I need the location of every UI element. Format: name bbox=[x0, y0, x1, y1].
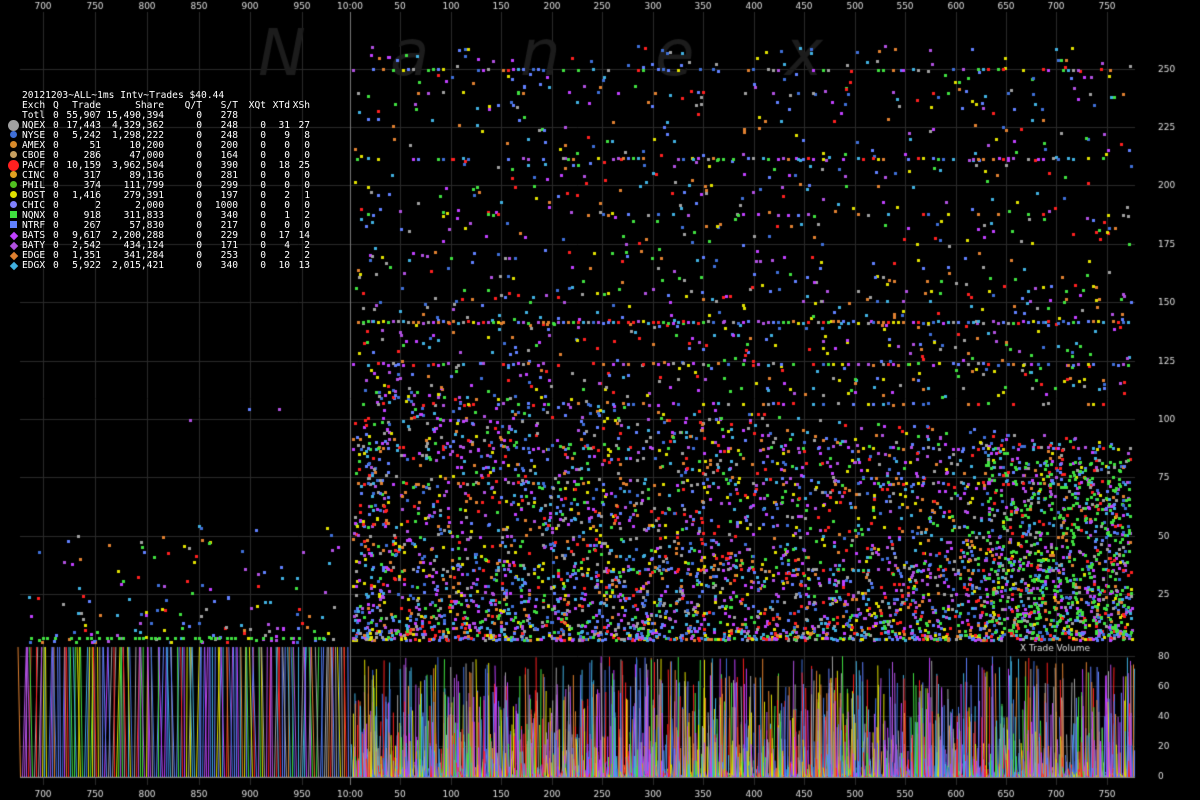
col-header-xqt: XQt bbox=[248, 100, 266, 111]
exchange-marker-icon bbox=[10, 131, 17, 138]
exchange-marker-icon bbox=[10, 201, 17, 208]
exchange-marker-icon bbox=[8, 120, 19, 131]
exchange-marker-icon bbox=[10, 171, 17, 178]
cell-xtd: 10 bbox=[278, 260, 290, 271]
cell-q: 0 bbox=[53, 260, 59, 271]
cell-trade: 5,922 bbox=[72, 260, 101, 271]
cell-xsh: 13 bbox=[298, 260, 310, 271]
cell-xqt: 0 bbox=[260, 260, 266, 271]
cell-share: 2,015,421 bbox=[112, 260, 164, 271]
exchange-marker-icon bbox=[10, 211, 17, 218]
col-header-xsh: XSh bbox=[292, 100, 310, 111]
exchange-marker-icon bbox=[10, 221, 17, 228]
cell-exch: EDGX bbox=[22, 260, 46, 271]
exchange-marker-icon bbox=[10, 191, 17, 198]
exchange-marker-icon bbox=[10, 141, 17, 148]
exchange-marker-icon bbox=[10, 151, 17, 158]
cell-qt: 0 bbox=[196, 260, 202, 271]
col-header-xtd: XTd bbox=[272, 100, 290, 111]
exchange-marker-icon bbox=[10, 181, 17, 188]
exchange-marker-icon bbox=[8, 160, 19, 171]
cell-st: 340 bbox=[220, 260, 238, 271]
